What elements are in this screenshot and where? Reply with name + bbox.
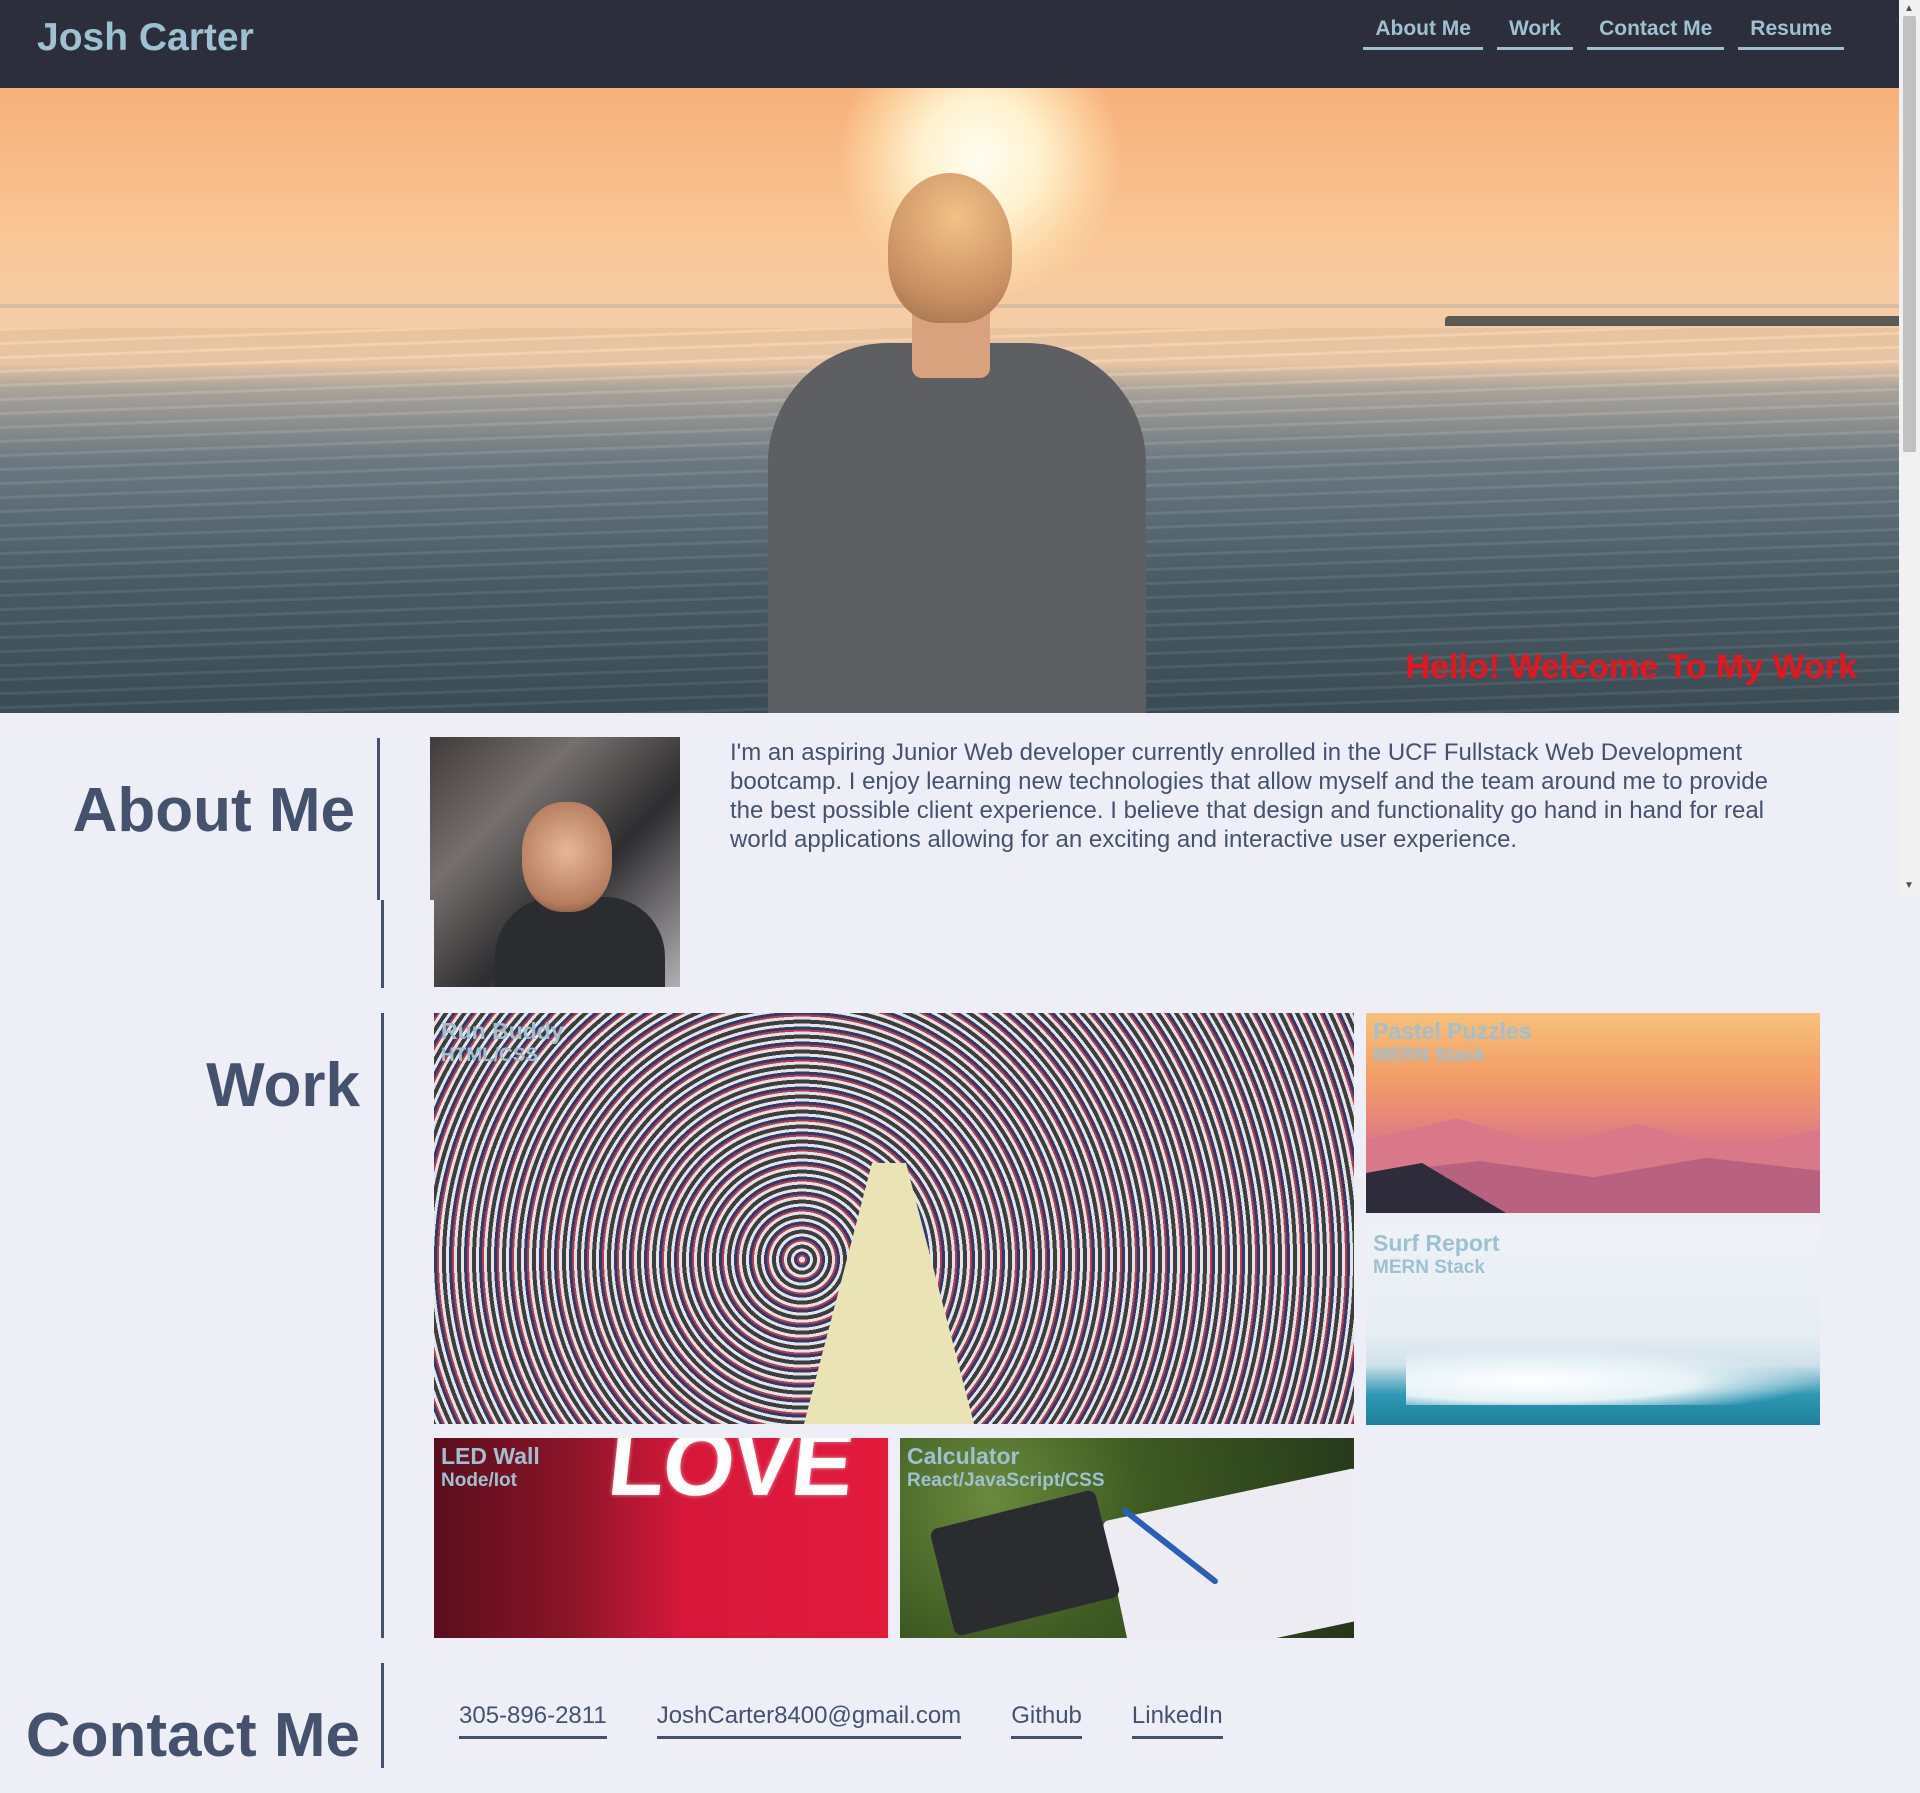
profile-photo (430, 737, 680, 987)
hero-welcome-text: Hello! Welcome To My Work (1405, 648, 1857, 686)
project-tech: Node/Iot (441, 1470, 517, 1491)
project-name: LED Wall (441, 1443, 540, 1469)
project-led-wall[interactable]: LOVE LED Wall Node/Iot (434, 1438, 888, 1638)
contact-github-link[interactable]: Github (1011, 1702, 1082, 1739)
nav-resume[interactable]: Resume (1738, 15, 1844, 50)
surf-wave-foam (1406, 1345, 1820, 1405)
work-divider (381, 1013, 384, 1638)
calc-notebook-paper (1102, 1467, 1354, 1638)
project-name: Surf Report (1373, 1230, 1500, 1256)
project-label: Pastel Puzzles MERN Stack (1373, 1018, 1532, 1067)
project-tech: HTML/CSS (441, 1045, 539, 1066)
main-nav: About Me Work Contact Me Resume (1363, 15, 1844, 50)
contact-me-heading: Contact Me (25, 1701, 360, 1770)
scroll-up-arrow-icon[interactable]: ▲ (1904, 3, 1914, 14)
project-name: Calculator (907, 1443, 1020, 1469)
profile-photo-face (522, 802, 612, 912)
project-name: Pastel Puzzles (1373, 1018, 1532, 1044)
scroll-down-arrow-icon[interactable]: ▼ (1904, 880, 1914, 891)
hero-person-body (768, 343, 1146, 713)
page-scrollbar[interactable]: ▲ ▼ (1899, 0, 1920, 896)
nav-about-me[interactable]: About Me (1363, 15, 1483, 50)
run-buddy-road-image (804, 1163, 974, 1424)
project-tech: React/JavaScript/CSS (907, 1470, 1105, 1491)
contact-linkedin-link[interactable]: LinkedIn (1131, 1702, 1223, 1739)
project-label: LED Wall Node/Iot (441, 1443, 540, 1492)
project-surf-report[interactable]: Surf Report MERN Stack (1366, 1225, 1820, 1425)
contact-phone-link[interactable]: 305-896-2811 (459, 1702, 607, 1739)
project-tech: MERN Stack (1373, 1257, 1485, 1278)
about-divider-upper (377, 738, 380, 900)
project-label: Calculator React/JavaScript/CSS (907, 1443, 1105, 1492)
site-header: Josh Carter About Me Work Contact Me Res… (0, 0, 1899, 88)
contact-divider (381, 1663, 384, 1768)
project-label: Run Buddy HTML/CSS (441, 1018, 564, 1067)
contact-email-link[interactable]: JoshCarter8400@gmail.com (656, 1702, 962, 1739)
about-me-text: I'm an aspiring Junior Web developer cur… (730, 739, 1768, 853)
project-name: Run Buddy (441, 1018, 564, 1044)
profile-photo-notch (430, 900, 434, 987)
nav-work[interactable]: Work (1496, 15, 1574, 50)
hero-person-head (888, 173, 1012, 323)
project-label: Surf Report MERN Stack (1373, 1230, 1500, 1279)
about-me-heading: About Me (72, 776, 355, 845)
project-run-buddy[interactable]: Run Buddy HTML/CSS (434, 1013, 1354, 1424)
work-heading: Work (206, 1051, 360, 1120)
project-calculator[interactable]: Calculator React/JavaScript/CSS (900, 1438, 1354, 1638)
hero-distant-land (1445, 316, 1899, 326)
led-neon-sign: LOVE (603, 1438, 857, 1515)
nav-contact-me[interactable]: Contact Me (1587, 15, 1725, 50)
about-divider-lower (381, 900, 384, 988)
scrollbar-thumb[interactable] (1903, 16, 1916, 452)
calculator-device (929, 1489, 1121, 1637)
hero-banner: Hello! Welcome To My Work (0, 88, 1899, 713)
project-tech: MERN Stack (1373, 1045, 1485, 1066)
contact-links: 305-896-2811 JoshCarter8400@gmail.com Gi… (459, 1702, 1223, 1739)
brand-name[interactable]: Josh Carter (37, 16, 254, 60)
project-pastel-puzzles[interactable]: Pastel Puzzles MERN Stack (1366, 1013, 1820, 1213)
